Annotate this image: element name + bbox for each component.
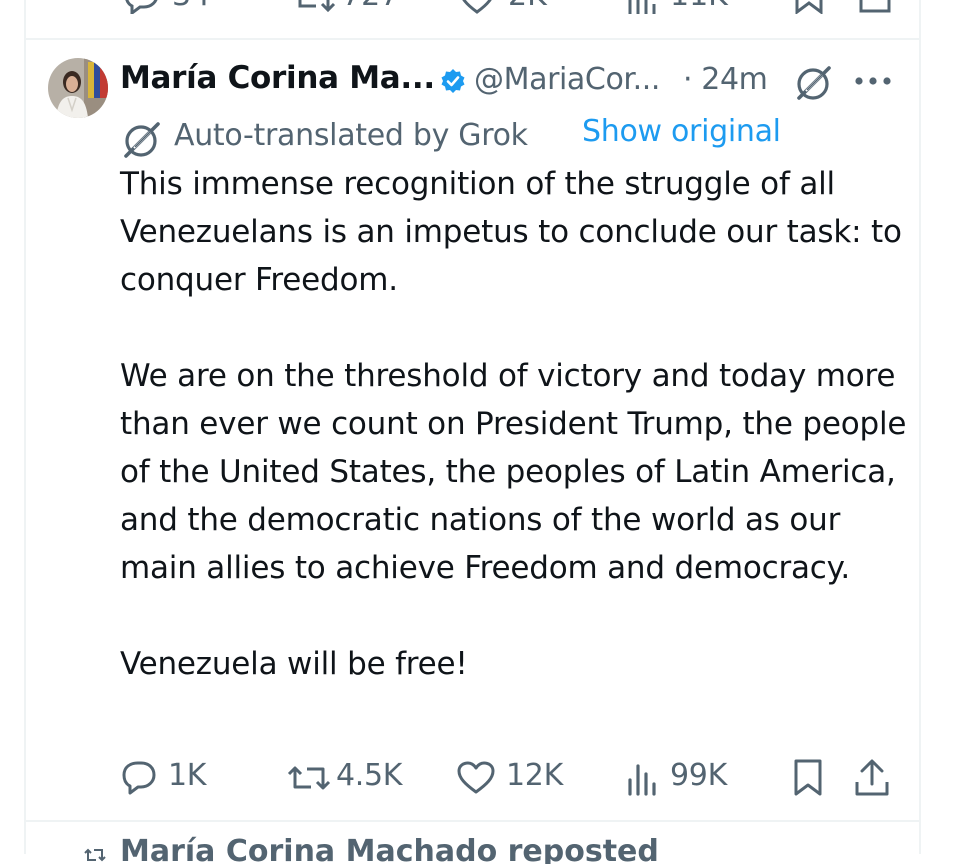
avatar[interactable] [48, 58, 108, 118]
reply-icon [125, 0, 158, 14]
tweet-divider-bottom [24, 820, 921, 822]
grok-translate-icon [124, 122, 160, 158]
timeline-border-left [24, 0, 26, 854]
bookmark-icon [795, 0, 823, 14]
tweet-paragraph-1: This immense recognition of the struggle… [120, 166, 902, 298]
share-button[interactable] [854, 752, 894, 802]
tweet-body: This immense recognition of the struggle… [120, 160, 910, 688]
repost-icon [287, 766, 331, 790]
previous-views-count: 11K [670, 0, 728, 13]
previous-like-count: 2K [508, 0, 547, 13]
reply-icon [122, 761, 156, 795]
reply-button[interactable]: 1K [120, 752, 230, 802]
tweet-paragraph-3: Venezuela will be free! [120, 646, 468, 682]
repost-button[interactable]: 4.5K [286, 752, 426, 802]
verified-badge-icon [441, 69, 465, 93]
next-repost-header[interactable]: María Corina Machado reposted [84, 834, 784, 864]
tweet-timestamp[interactable]: · 24m [683, 62, 768, 97]
share-icon [855, 759, 889, 796]
views-icon [628, 0, 656, 14]
like-icon [462, 0, 492, 14]
repost-count: 4.5K [336, 758, 403, 793]
bookmark-icon [794, 759, 822, 796]
repost-small-icon [84, 848, 106, 862]
tweet-divider-top [24, 38, 921, 40]
author-handle[interactable]: @MariaCor... [474, 62, 660, 97]
grok-icon[interactable] [793, 62, 835, 104]
show-original-link[interactable]: Show original [582, 114, 781, 149]
like-button[interactable]: 12K [456, 752, 586, 802]
share-icon [859, 0, 891, 13]
more-options-icon[interactable] [853, 74, 893, 88]
like-icon [457, 761, 495, 794]
previous-repost-count: 727 [342, 0, 399, 13]
reposted-by-label: María Corina Machado reposted [120, 834, 659, 864]
avatar-image [48, 58, 108, 118]
like-count: 12K [506, 758, 563, 793]
bookmark-button[interactable] [792, 752, 832, 802]
repost-icon [298, 0, 336, 13]
translation-label: Auto-translated by Grok [174, 118, 528, 153]
views-button[interactable]: 99K [626, 752, 756, 802]
tweet-action-bar: 1K 4.5K 12K 99K [120, 752, 900, 802]
tweet-header: María Corina Ma... @MariaCor... · 24m [120, 56, 900, 106]
previous-reply-count: 34 [172, 0, 210, 13]
timeline-border-right [919, 0, 921, 854]
author-name[interactable]: María Corina Ma... [120, 60, 435, 96]
views-icon [628, 764, 656, 796]
previous-tweet-actions: 34 727 2K 11K [120, 0, 895, 14]
reply-count: 1K [168, 758, 207, 793]
views-count: 99K [670, 758, 727, 793]
tweet-paragraph-2: We are on the threshold of victory and t… [120, 358, 907, 586]
